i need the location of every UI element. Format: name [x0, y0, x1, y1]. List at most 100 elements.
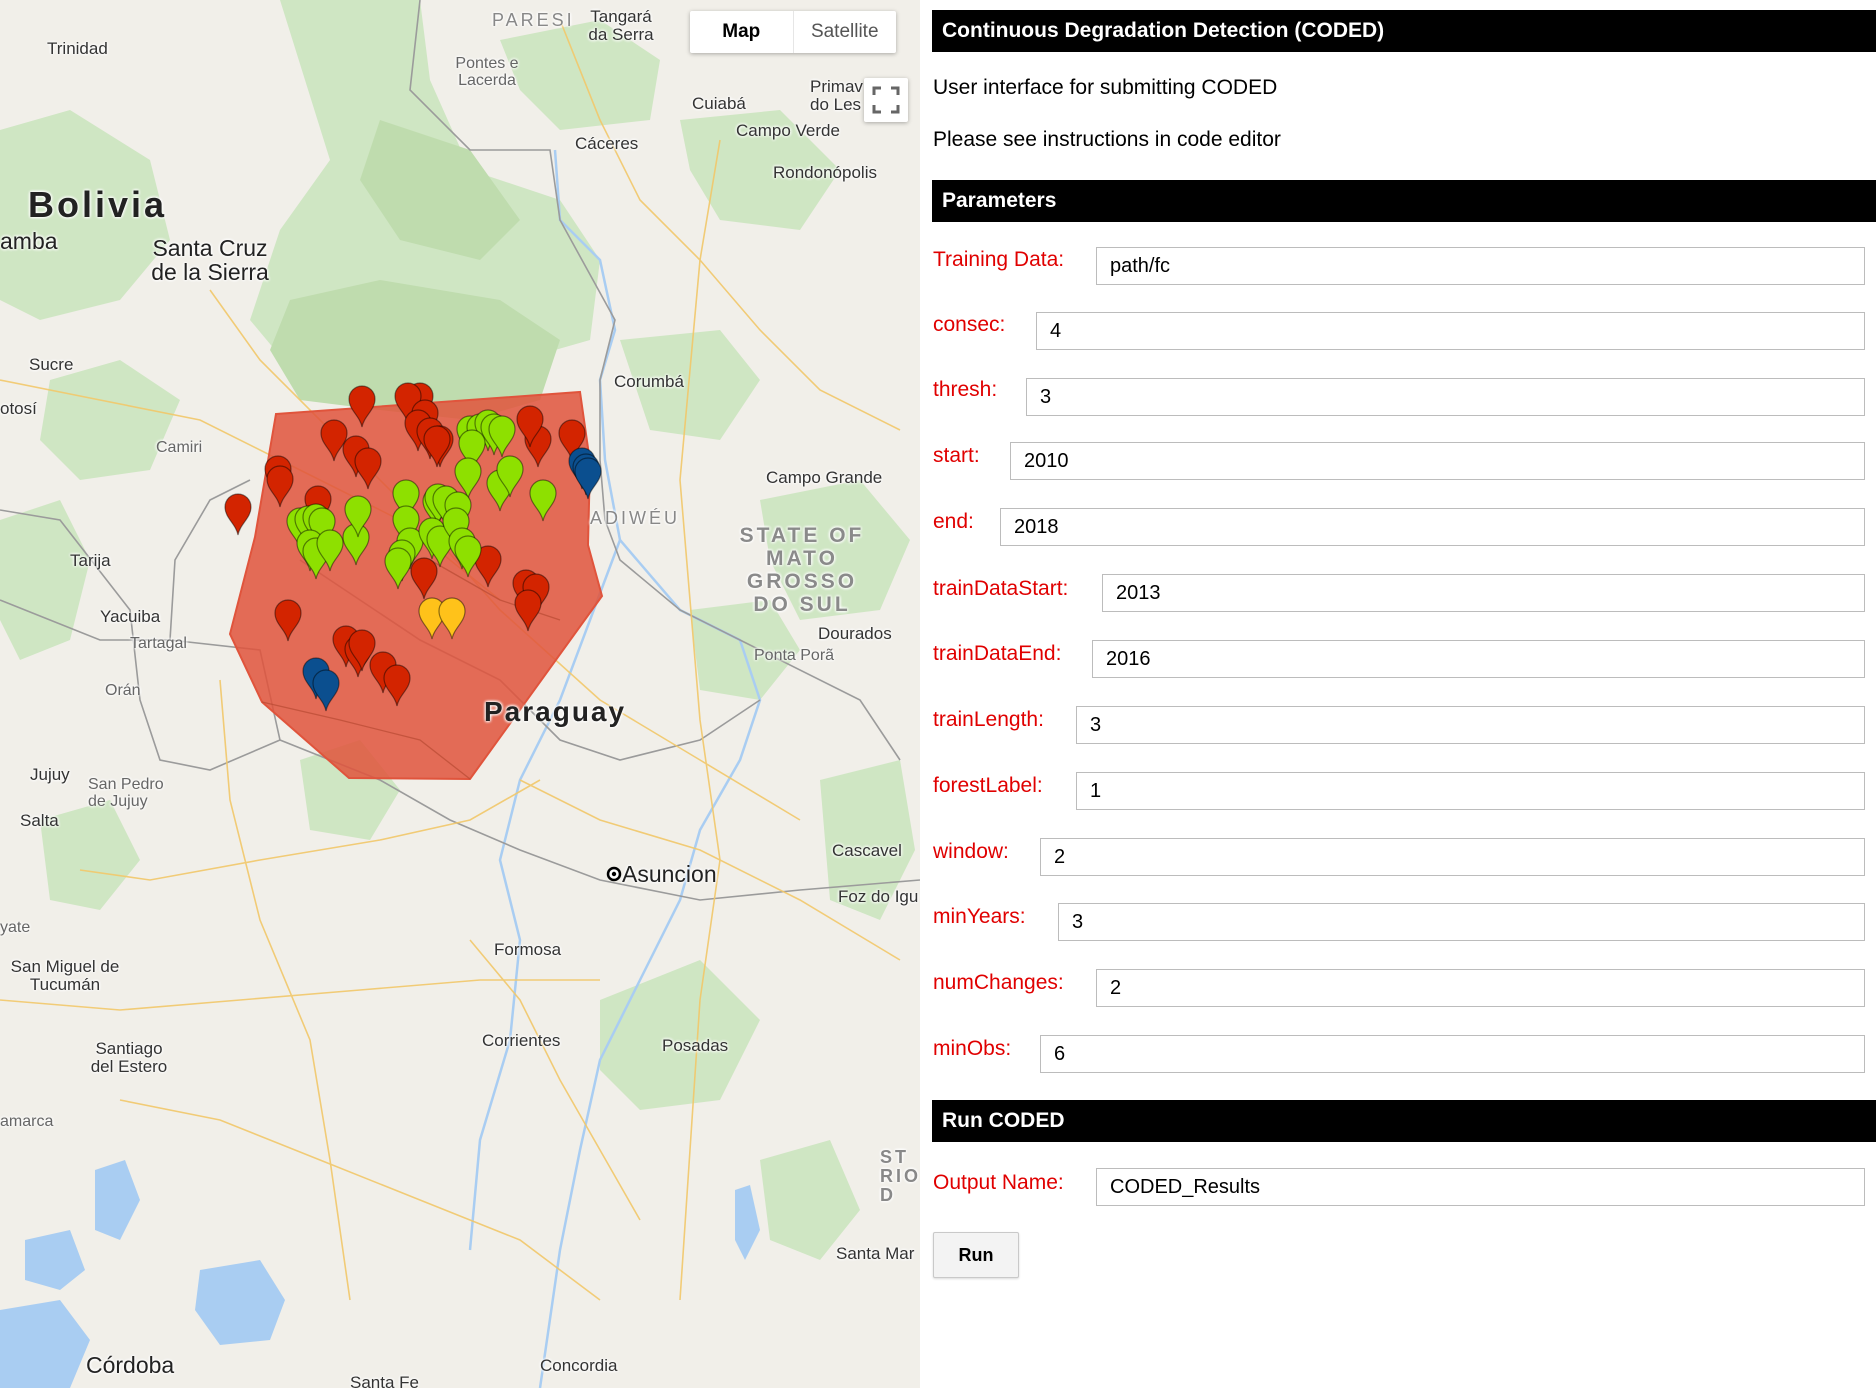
- map-pin-icon: [438, 597, 466, 640]
- map-pin-icon: [266, 465, 294, 508]
- instructions-text: Please see instructions in code editor: [933, 128, 1281, 151]
- param-label-start: start:: [933, 444, 980, 467]
- blue-marker-pin[interactable]: [311, 668, 341, 712]
- label-ponta-pora: Ponta Porã: [754, 647, 835, 664]
- label-campo-verde: Campo Verde: [736, 121, 840, 140]
- green-marker-pin[interactable]: [528, 478, 558, 522]
- fullscreen-button[interactable]: [864, 78, 908, 122]
- label-asuncion: Asuncion: [622, 861, 717, 887]
- green-marker-pin[interactable]: [453, 534, 483, 578]
- label-salta: Salta: [20, 811, 59, 830]
- output-name-input[interactable]: [1096, 1168, 1865, 1206]
- yellow-marker-pin[interactable]: [437, 596, 467, 640]
- map-pin-icon: [348, 385, 376, 428]
- param-label-thresh: thresh:: [933, 378, 998, 401]
- map-pin-icon: [312, 669, 340, 712]
- param-label-train-length: trainLength:: [933, 708, 1044, 731]
- label-camiri: Camiri: [156, 439, 203, 456]
- param-label-window: window:: [933, 840, 1009, 863]
- run-button[interactable]: Run: [933, 1232, 1019, 1278]
- map-type-map-button[interactable]: Map: [690, 11, 793, 53]
- label-concordia: Concordia: [540, 1356, 618, 1375]
- label-potosi: otosí: [0, 399, 37, 418]
- map-pin-icon: [496, 455, 524, 498]
- run-header: Run CODED: [932, 1100, 1876, 1142]
- map-pin-icon: [516, 405, 544, 448]
- label-yacuiba: Yacuiba: [100, 607, 161, 626]
- label-cascavel: Cascavel: [832, 841, 902, 860]
- map-pin-icon: [354, 447, 382, 490]
- map-pin-icon: [383, 664, 411, 707]
- parameters-header: Parameters: [932, 180, 1876, 222]
- param-input-end[interactable]: [1000, 508, 1865, 546]
- map-pin-icon: [423, 425, 451, 468]
- label-santa-fe: Santa Fe: [350, 1373, 419, 1388]
- output-name-label: Output Name:: [933, 1171, 1064, 1194]
- label-jujuy: Jujuy: [30, 765, 70, 784]
- param-input-consec[interactable]: [1036, 312, 1865, 350]
- label-tartagal: Tartagal: [130, 635, 187, 652]
- red-marker-pin[interactable]: [273, 598, 303, 642]
- map-pin-icon: [344, 495, 372, 538]
- green-marker-pin[interactable]: [343, 494, 373, 538]
- red-marker-pin[interactable]: [422, 424, 452, 468]
- param-label-min-years: minYears:: [933, 905, 1026, 928]
- param-label-train-data-start: trainDataStart:: [933, 577, 1069, 600]
- label-paresi: PARESI: [492, 10, 575, 30]
- red-marker-pin[interactable]: [347, 384, 377, 428]
- label-rondonopolis: Rondonópolis: [773, 163, 877, 182]
- red-marker-pin[interactable]: [223, 492, 253, 536]
- fullscreen-icon: [872, 86, 900, 114]
- map-pin-icon: [488, 415, 516, 458]
- label-kadiweu: ADIWÉU: [590, 508, 680, 528]
- green-marker-pin[interactable]: [487, 414, 517, 458]
- param-label-num-changes: numChanges:: [933, 971, 1064, 994]
- label-state-ms: STATE OF MATO GROSSO DO SUL: [739, 524, 865, 617]
- map-pin-icon: [274, 599, 302, 642]
- blue-marker-pin[interactable]: [573, 456, 603, 500]
- label-amarca: amarca: [0, 1113, 54, 1130]
- green-marker-pin[interactable]: [383, 546, 413, 590]
- label-cordoba: Córdoba: [86, 1352, 175, 1378]
- label-posadas: Posadas: [662, 1036, 729, 1055]
- param-input-num-changes[interactable]: [1096, 969, 1865, 1007]
- red-marker-pin[interactable]: [515, 404, 545, 448]
- red-marker-pin[interactable]: [353, 446, 383, 490]
- label-primavera: Primav do Les: [810, 77, 863, 114]
- label-santiago: Santiago del Estero: [90, 1039, 168, 1076]
- param-input-train-length[interactable]: [1076, 706, 1865, 744]
- label-pontes: Pontes e Lacerda: [455, 55, 519, 89]
- label-foz: Foz do Igu: [838, 887, 919, 906]
- param-input-forest-label[interactable]: [1076, 772, 1865, 810]
- map-pin-icon: [224, 493, 252, 536]
- green-marker-pin[interactable]: [495, 454, 525, 498]
- map-pin-icon: [529, 479, 557, 522]
- label-san-miguel: San Miguel de Tucumán: [10, 957, 120, 994]
- param-input-train-data-start[interactable]: [1102, 574, 1865, 612]
- label-paraguay: Paraguay: [484, 696, 627, 727]
- param-input-train-data-end[interactable]: [1092, 640, 1865, 678]
- map-type-satellite-button[interactable]: Satellite: [792, 11, 897, 53]
- param-input-min-obs[interactable]: [1040, 1035, 1865, 1073]
- map-pin-icon: [454, 535, 482, 578]
- param-input-min-years[interactable]: [1058, 903, 1865, 941]
- label-trinidad: Trinidad: [47, 39, 108, 58]
- label-corrientes: Corrientes: [482, 1031, 561, 1050]
- param-input-window[interactable]: [1040, 838, 1865, 876]
- label-cuiaba: Cuiabá: [692, 94, 746, 113]
- red-marker-pin[interactable]: [265, 464, 295, 508]
- label-dourados: Dourados: [818, 624, 892, 643]
- param-input-training-data[interactable]: [1096, 247, 1865, 285]
- intro-text: User interface for submitting CODED: [933, 76, 1278, 99]
- red-marker-pin[interactable]: [513, 588, 543, 632]
- red-marker-pin[interactable]: [382, 663, 412, 707]
- param-input-start[interactable]: [1010, 442, 1865, 480]
- map-pin-icon: [384, 547, 412, 590]
- map-view[interactable]: Trinidad PARESI Tangará da Serra Pontes …: [0, 0, 920, 1388]
- param-input-thresh[interactable]: [1026, 378, 1865, 416]
- label-rio: ST RIO D: [880, 1147, 920, 1205]
- coded-panel: Continuous Degradation Detection (CODED)…: [920, 0, 1876, 1388]
- label-santa-cruz: Santa Cruz de la Sierra: [151, 235, 269, 286]
- map-pin-icon: [514, 589, 542, 632]
- param-label-forest-label: forestLabel:: [933, 774, 1043, 797]
